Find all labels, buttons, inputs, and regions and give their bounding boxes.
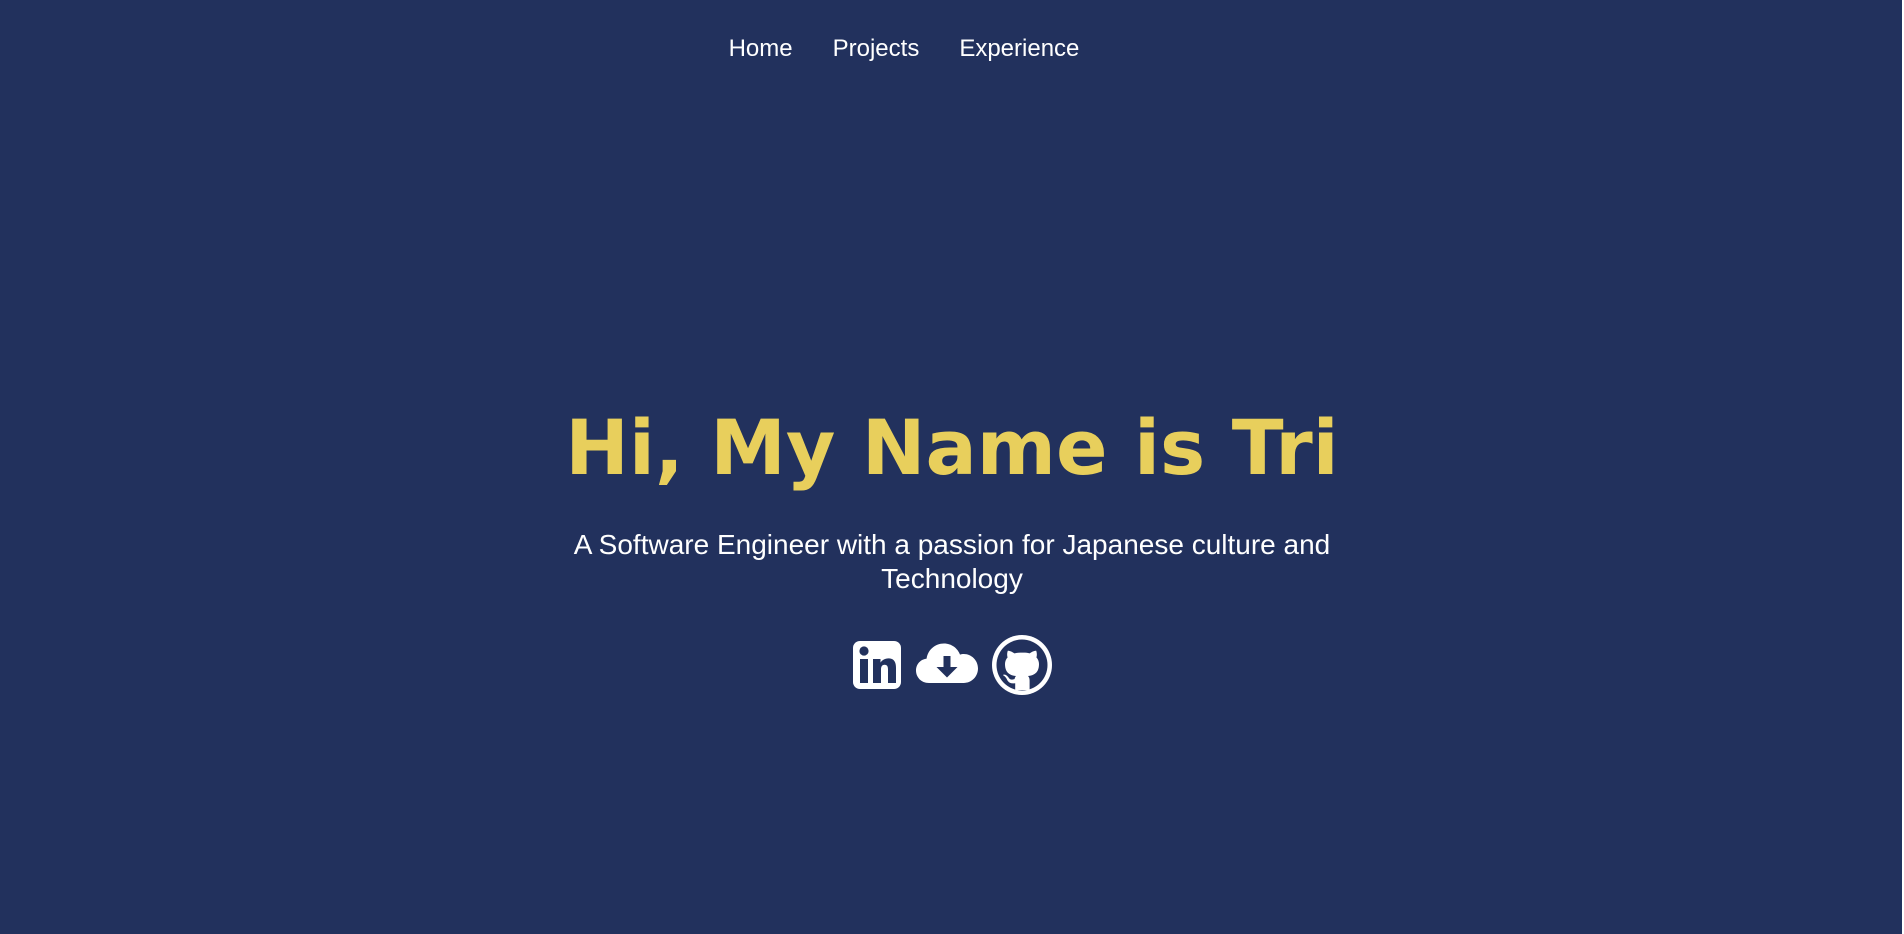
social-links xyxy=(0,634,1904,696)
page: Home Projects Experience Hi, My Name is … xyxy=(0,0,1904,934)
github-button[interactable] xyxy=(991,634,1053,696)
nav-projects-link[interactable]: Projects xyxy=(833,34,920,64)
linkedin-icon xyxy=(853,641,901,689)
hero-tagline: A Software Engineer with a passion for J… xyxy=(573,529,1331,594)
github-icon xyxy=(992,635,1052,695)
hero-title: Hi, My Name is Tri xyxy=(565,403,1339,492)
cloud-download-icon xyxy=(916,643,978,683)
download-resume-button[interactable] xyxy=(915,641,979,689)
hero-section: Hi, My Name is Tri A Software Engineer w… xyxy=(0,400,1904,696)
top-nav: Home Projects Experience xyxy=(0,34,1856,64)
nav-experience-link[interactable]: Experience xyxy=(959,34,1079,64)
nav-home-link[interactable]: Home xyxy=(729,34,793,64)
linkedin-button[interactable] xyxy=(851,639,903,691)
